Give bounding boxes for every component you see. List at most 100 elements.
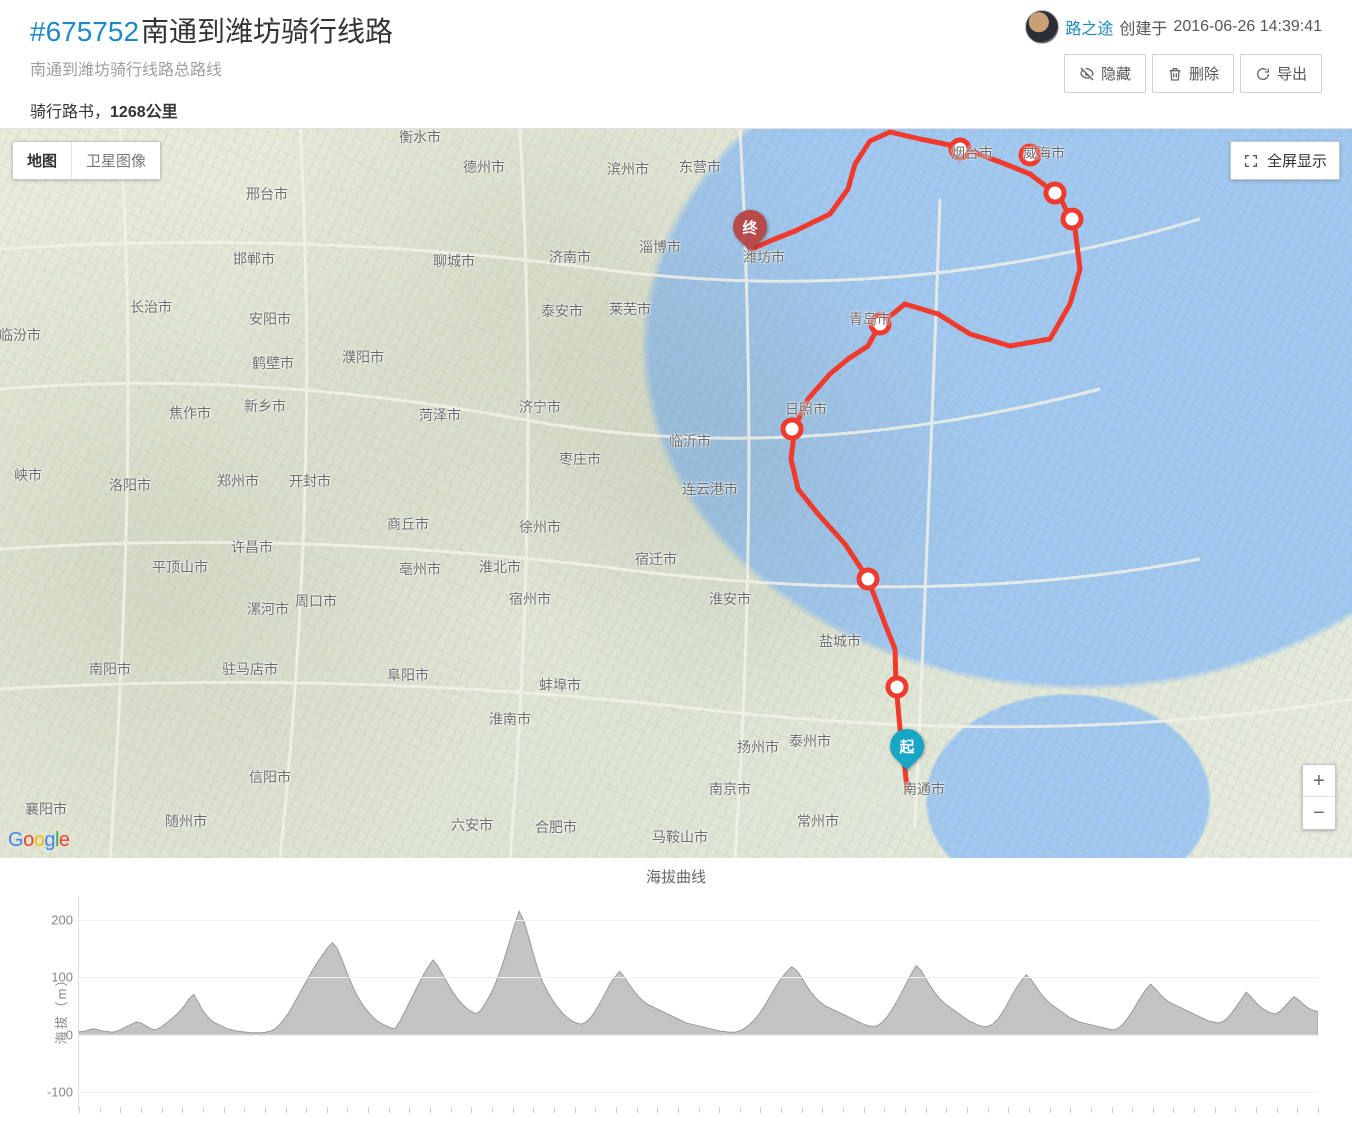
hide-button[interactable]: 隐藏 — [1064, 54, 1146, 93]
start-pin[interactable]: 起 — [890, 729, 924, 763]
city-label: 濮阳市 — [342, 347, 384, 367]
waypoint-marker[interactable] — [1046, 184, 1064, 202]
city-label: 鹤壁市 — [252, 353, 294, 373]
city-label: 驻马店市 — [222, 659, 278, 679]
city-label: 徐州市 — [519, 517, 561, 537]
city-label: 南阳市 — [89, 659, 131, 679]
city-label: 扬州市 — [737, 737, 779, 757]
city-label: 南通市 — [903, 779, 945, 799]
city-label: 合肥市 — [535, 817, 577, 837]
route-summary: 骑行路书，1268公里 — [30, 98, 1025, 122]
city-label: 宿州市 — [509, 589, 551, 609]
city-label: 泰安市 — [541, 301, 583, 321]
city-label: 襄阳市 — [25, 799, 67, 819]
title-row: #675752 南通到潍坊骑行线路 — [30, 10, 1025, 50]
elevation-section: 海拔曲线 海拔（m） -1000100200 — [0, 858, 1352, 1133]
waypoint-marker[interactable] — [859, 570, 877, 588]
export-button[interactable]: 导出 — [1240, 54, 1322, 93]
city-label: 聊城市 — [433, 251, 475, 271]
city-label: 菏泽市 — [419, 405, 461, 425]
map-canvas[interactable]: 起 终 地图 卫星图像 全屏显示 + − Google 衡水市德州市 滨州市 东营市… — [0, 128, 1352, 858]
y-tick: 200 — [39, 912, 73, 927]
chart-title: 海拔曲线 — [30, 866, 1322, 887]
city-label: 南京市 — [709, 779, 751, 799]
city-label: 日照市 — [785, 399, 827, 419]
page-subtitle: 南通到潍坊骑行线路总路线 — [30, 56, 1025, 80]
city-label: 淮北市 — [479, 557, 521, 577]
city-label: 淄博市 — [639, 237, 681, 257]
city-label: 莱芜市 — [609, 299, 651, 319]
elevation-chart[interactable]: -1000100200 — [78, 897, 1318, 1109]
city-label: 邯郸市 — [233, 249, 275, 269]
city-label: 临汾市 — [0, 325, 41, 345]
city-label: 蚌埠市 — [539, 675, 581, 695]
city-label: 枣庄市 — [559, 449, 601, 469]
waypoint-marker[interactable] — [888, 678, 906, 696]
avatar[interactable] — [1025, 10, 1059, 44]
delete-button[interactable]: 删除 — [1152, 54, 1234, 93]
city-label: 连云港市 — [682, 479, 738, 499]
map-type-switch: 地图 卫星图像 — [12, 141, 161, 180]
fullscreen-icon — [1243, 153, 1259, 169]
city-label: 焦作市 — [169, 403, 211, 423]
city-label: 威海市 — [1023, 143, 1065, 163]
city-label: 洛阳市 — [109, 475, 151, 495]
city-label: 宿迁市 — [635, 549, 677, 569]
zoom-in-button[interactable]: + — [1303, 765, 1335, 797]
city-label: 临沂市 — [669, 431, 711, 451]
trash-icon — [1167, 66, 1183, 82]
city-label: 商丘市 — [387, 514, 429, 534]
route-distance: 1268公里 — [110, 104, 178, 121]
y-tick: 100 — [39, 970, 73, 985]
city-label: 安阳市 — [249, 309, 291, 329]
city-label: 亳州市 — [399, 559, 441, 579]
page-header: #675752 南通到潍坊骑行线路 南通到潍坊骑行线路总路线 骑行路书，1268… — [0, 0, 1352, 128]
city-label: 信阳市 — [249, 767, 291, 787]
waypoint-marker[interactable] — [783, 420, 801, 438]
map-type-map[interactable]: 地图 — [13, 142, 72, 179]
city-label: 漯河市 — [247, 599, 289, 619]
city-label: 泰州市 — [789, 731, 831, 751]
city-label: 马鞍山市 — [652, 827, 708, 847]
city-label: 淮南市 — [489, 709, 531, 729]
y-tick: -100 — [39, 1084, 73, 1099]
eye-off-icon — [1079, 66, 1095, 82]
export-icon — [1255, 66, 1271, 82]
city-label: 六安市 — [451, 815, 493, 835]
city-label: 盐城市 — [819, 631, 861, 651]
route-id-link[interactable]: #675752 — [30, 16, 139, 48]
fullscreen-button[interactable]: 全屏显示 — [1230, 141, 1340, 180]
city-label: 周口市 — [295, 591, 337, 611]
city-label: 烟台市 — [951, 143, 993, 163]
creator-row: 路之途 创建于 2016-06-26 14:39:41 — [1025, 10, 1322, 44]
city-label: 长治市 — [130, 297, 172, 317]
waypoint-marker[interactable] — [1063, 210, 1081, 228]
city-label: 随州市 — [165, 811, 207, 831]
zoom-out-button[interactable]: − — [1303, 797, 1335, 829]
city-label: 淮安市 — [709, 589, 751, 609]
city-label: 峡市 — [14, 465, 42, 485]
creator-link[interactable]: 路之途 — [1065, 15, 1113, 39]
city-label: 许昌市 — [231, 537, 273, 557]
city-label: 新乡市 — [244, 396, 286, 416]
y-tick: 0 — [39, 1027, 73, 1042]
city-label: 衡水市 — [399, 128, 441, 147]
city-label: 平顶山市 — [152, 557, 208, 577]
map-type-satellite[interactable]: 卫星图像 — [72, 142, 160, 179]
city-label: 德州市 — [463, 157, 505, 177]
elevation-area — [79, 911, 1318, 1034]
google-logo: Google — [8, 829, 70, 852]
end-pin[interactable]: 终 — [733, 210, 767, 244]
zoom-control: + − — [1302, 764, 1336, 830]
city-label: 东营市 — [679, 157, 721, 177]
city-label: 阜阳市 — [387, 665, 429, 685]
city-label: 常州市 — [797, 811, 839, 831]
city-label: 济宁市 — [519, 397, 561, 417]
action-bar: 隐藏 删除 导出 — [1064, 54, 1322, 93]
city-label: 潍坊市 — [743, 247, 785, 267]
city-label: 青岛市 — [849, 309, 891, 329]
city-label: 滨州市 — [607, 159, 649, 179]
created-timestamp: 2016-06-26 14:39:41 — [1173, 18, 1322, 36]
city-label: 郑州市 — [217, 471, 259, 491]
city-label: 邢台市 — [246, 184, 288, 204]
